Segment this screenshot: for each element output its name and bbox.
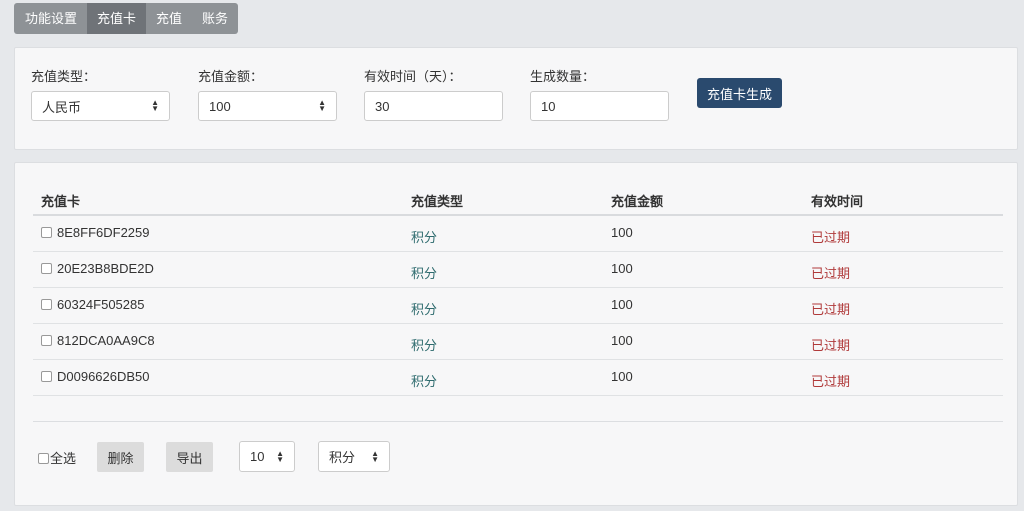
- header-amount: 充值金额: [611, 194, 664, 209]
- type-cell: 积分: [411, 266, 438, 281]
- tab-recharge-card[interactable]: 充值卡: [87, 3, 147, 34]
- card-generate-panel: 充值类型： 人民币 ▲▼ 充值金额： 100 ▲▼ 有效时间（天）： 生成数量：…: [14, 47, 1018, 150]
- valid-days-field: 有效时间（天）：: [364, 66, 503, 121]
- recharge-type-field: 充值类型： 人民币 ▲ ▼: [31, 66, 170, 121]
- generate-count-label: 生成数量：: [530, 69, 596, 84]
- status-cell: 已过期: [811, 266, 851, 281]
- card-code: D0096626DB50: [57, 369, 150, 384]
- export-button[interactable]: 导出: [166, 442, 213, 472]
- type-cell: 积分: [411, 230, 438, 245]
- row-checkbox[interactable]: [41, 335, 52, 346]
- tab-recharge[interactable]: 充值: [146, 3, 193, 34]
- amount-cell: 100: [611, 297, 633, 312]
- tab-function-settings[interactable]: 功能设置: [14, 3, 88, 34]
- table-row: 20E23B8BDE2D 积分 100 已过期: [33, 252, 1003, 288]
- card-code: 60324F505285: [57, 297, 145, 312]
- amount-cell: 100: [611, 369, 633, 384]
- select-all-checkbox[interactable]: [38, 453, 49, 464]
- table-footer: 全选 删除 导出 10 ▲ ▼ 积分 ▲ ▼: [15, 441, 1017, 473]
- status-cell: 已过期: [811, 302, 851, 317]
- select-arrows-icon: ▲ ▼: [151, 98, 159, 113]
- recharge-amount-field: 充值金额： 100 ▲ ▼: [198, 66, 337, 121]
- export-type-value: 积分: [329, 450, 356, 465]
- type-cell: 积分: [411, 374, 438, 389]
- export-type-select[interactable]: 积分 ▲ ▼: [318, 441, 390, 472]
- header-card: 充值卡: [41, 194, 81, 209]
- type-cell: 积分: [411, 302, 438, 317]
- header-type: 充值类型: [411, 194, 464, 209]
- recharge-type-value: 人民币: [42, 99, 82, 115]
- table-row: D0096626DB50 积分 100 已过期: [33, 360, 1003, 396]
- recharge-amount-select[interactable]: 100 ▲ ▼: [198, 91, 337, 121]
- recharge-type-select[interactable]: 人民币 ▲ ▼: [31, 91, 170, 121]
- footer-divider: [33, 421, 1003, 422]
- valid-days-label: 有效时间（天）：: [364, 69, 462, 84]
- card-list-panel: 充值卡 充值类型 充值金额 有效时间 8E8FF6DF2259 积分 100 已…: [14, 162, 1018, 506]
- amount-cell: 100: [611, 261, 633, 276]
- select-all-label: 全选: [50, 451, 77, 466]
- recharge-type-label: 充值类型：: [31, 69, 97, 84]
- status-cell: 已过期: [811, 230, 851, 245]
- table-row: 60324F505285 积分 100 已过期: [33, 288, 1003, 324]
- select-arrows-icon: ▲ ▼: [276, 448, 284, 464]
- card-code: 20E23B8BDE2D: [57, 261, 154, 276]
- type-cell: 积分: [411, 338, 438, 353]
- card-cell: 60324F505285: [41, 297, 144, 312]
- row-checkbox[interactable]: [41, 227, 52, 238]
- select-arrows-icon: ▲ ▼: [318, 98, 326, 113]
- generate-count-input[interactable]: [530, 91, 669, 121]
- amount-cell: 100: [611, 333, 633, 348]
- card-cell: D0096626DB50: [41, 369, 150, 384]
- delete-button[interactable]: 删除: [97, 442, 144, 472]
- top-tab-bar: 功能设置 充值卡 充值 账务: [14, 3, 239, 34]
- status-cell: 已过期: [811, 374, 851, 389]
- card-cell: 812DCA0AA9C8: [41, 333, 155, 348]
- row-checkbox[interactable]: [41, 371, 52, 382]
- page-size-value: 10: [250, 449, 265, 464]
- card-table: 充值卡 充值类型 充值金额 有效时间 8E8FF6DF2259 积分 100 已…: [33, 183, 1003, 396]
- tab-accounts[interactable]: 账务: [192, 3, 239, 34]
- select-arrows-icon: ▲ ▼: [371, 448, 379, 464]
- row-checkbox[interactable]: [41, 299, 52, 310]
- select-all[interactable]: 全选: [38, 448, 76, 467]
- status-cell: 已过期: [811, 338, 851, 353]
- card-code: 812DCA0AA9C8: [57, 333, 155, 348]
- amount-cell: 100: [611, 225, 633, 240]
- card-cell: 8E8FF6DF2259: [41, 225, 150, 240]
- card-cell: 20E23B8BDE2D: [41, 261, 154, 276]
- table-row: 8E8FF6DF2259 积分 100 已过期: [33, 216, 1003, 252]
- table-row: 812DCA0AA9C8 积分 100 已过期: [33, 324, 1003, 360]
- generate-count-field: 生成数量：: [530, 66, 669, 121]
- card-code: 8E8FF6DF2259: [57, 225, 150, 240]
- recharge-amount-value: 100: [209, 98, 231, 114]
- valid-days-input[interactable]: [364, 91, 503, 121]
- recharge-amount-label: 充值金额：: [198, 69, 264, 84]
- generate-card-button[interactable]: 充值卡生成: [697, 78, 782, 108]
- table-header: 充值卡 充值类型 充值金额 有效时间: [33, 183, 1003, 216]
- header-valid-time: 有效时间: [811, 194, 864, 209]
- page-size-select[interactable]: 10 ▲ ▼: [239, 441, 295, 472]
- row-checkbox[interactable]: [41, 263, 52, 274]
